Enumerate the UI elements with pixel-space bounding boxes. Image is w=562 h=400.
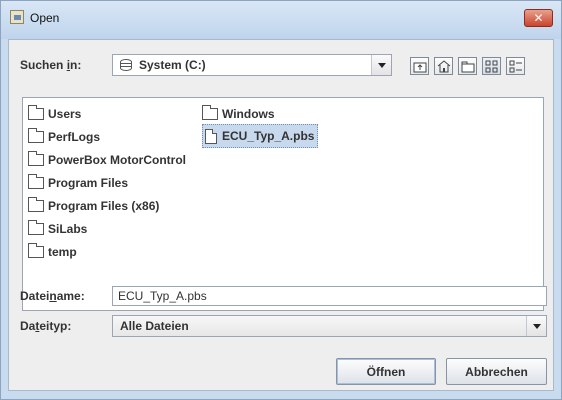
list-view-button[interactable] <box>482 57 501 75</box>
file-icon <box>205 128 217 144</box>
dialog-content: Suchen in: System (C:) Users PerfLogs Po… <box>8 39 554 391</box>
look-in-value: System (C:) <box>139 58 206 72</box>
list-view-icon <box>485 60 498 73</box>
new-folder-icon <box>461 61 475 73</box>
look-in-label-text: Suchen <box>20 58 67 72</box>
list-item[interactable]: Program Files (x86) <box>28 196 159 216</box>
list-item[interactable]: SiLabs <box>28 219 87 239</box>
file-name-label-text: Datei <box>20 289 50 303</box>
file-name-label-suffix: ame: <box>56 289 85 303</box>
up-one-level-button[interactable] <box>410 57 429 75</box>
list-item-label: Program Files (x86) <box>48 199 160 213</box>
list-item-label: temp <box>48 245 77 259</box>
folder-icon <box>28 197 44 212</box>
folder-icon <box>28 243 44 258</box>
list-item[interactable]: temp <box>28 242 77 262</box>
close-button[interactable]: ✕ <box>524 9 553 27</box>
file-type-label: Dateityp: <box>20 319 71 333</box>
list-item[interactable]: Program Files <box>28 173 128 193</box>
cancel-button[interactable]: Abbrechen <box>446 358 547 385</box>
file-type-value: Alle Dateien <box>120 319 189 333</box>
file-type-label-text: Da <box>20 319 36 333</box>
list-item-label: Users <box>48 107 82 121</box>
chevron-down-icon[interactable] <box>371 55 391 75</box>
home-icon <box>437 60 451 73</box>
folder-up-icon <box>413 62 427 73</box>
chevron-down-icon[interactable] <box>526 316 546 336</box>
list-item[interactable]: PowerBox MotorControl <box>28 150 186 170</box>
details-view-icon <box>509 60 522 73</box>
file-list[interactable]: Users PerfLogs PowerBox MotorControl Pro… <box>22 97 544 311</box>
folder-icon <box>28 151 44 166</box>
folder-icon <box>28 174 44 189</box>
list-item[interactable]: PerfLogs <box>28 127 100 147</box>
folder-icon <box>28 220 44 235</box>
folder-icon <box>28 105 44 120</box>
look-in-label-suffix: n: <box>70 58 82 72</box>
folder-icon <box>28 128 44 143</box>
file-type-label-suffix: eityp: <box>39 319 72 333</box>
file-name-label-mnemonic: n <box>49 289 57 303</box>
list-item-label: PowerBox MotorControl <box>48 153 186 167</box>
home-button[interactable] <box>434 57 453 75</box>
list-item[interactable]: Windows <box>202 104 275 124</box>
drive-icon <box>120 59 132 71</box>
open-dialog: Open ✕ Suchen in: System (C:) Users Perf… <box>0 0 562 400</box>
list-item-label: Windows <box>222 107 275 121</box>
file-type-combobox[interactable]: Alle Dateien <box>112 315 547 337</box>
look-in-label: Suchen in: <box>20 58 81 72</box>
list-item[interactable]: Users <box>28 104 81 124</box>
details-view-button[interactable] <box>506 57 525 75</box>
list-item-label: PerfLogs <box>48 130 101 144</box>
open-button[interactable]: Öffnen <box>336 358 436 385</box>
java-app-icon <box>10 10 24 24</box>
look-in-combobox[interactable]: System (C:) <box>112 54 392 76</box>
new-folder-button[interactable] <box>458 57 477 75</box>
window-title: Open <box>30 11 60 25</box>
list-item-label: Program Files <box>48 176 129 190</box>
file-name-label: Dateiname: <box>20 289 85 303</box>
title-bar[interactable]: Open ✕ <box>1 1 561 39</box>
list-item-label: ECU_Typ_A.pbs <box>222 129 315 143</box>
list-item-label: SiLabs <box>48 222 88 236</box>
folder-icon <box>202 105 218 120</box>
file-name-input[interactable]: ECU_Typ_A.pbs <box>112 286 547 306</box>
list-item-selected[interactable]: ECU_Typ_A.pbs <box>202 124 319 148</box>
